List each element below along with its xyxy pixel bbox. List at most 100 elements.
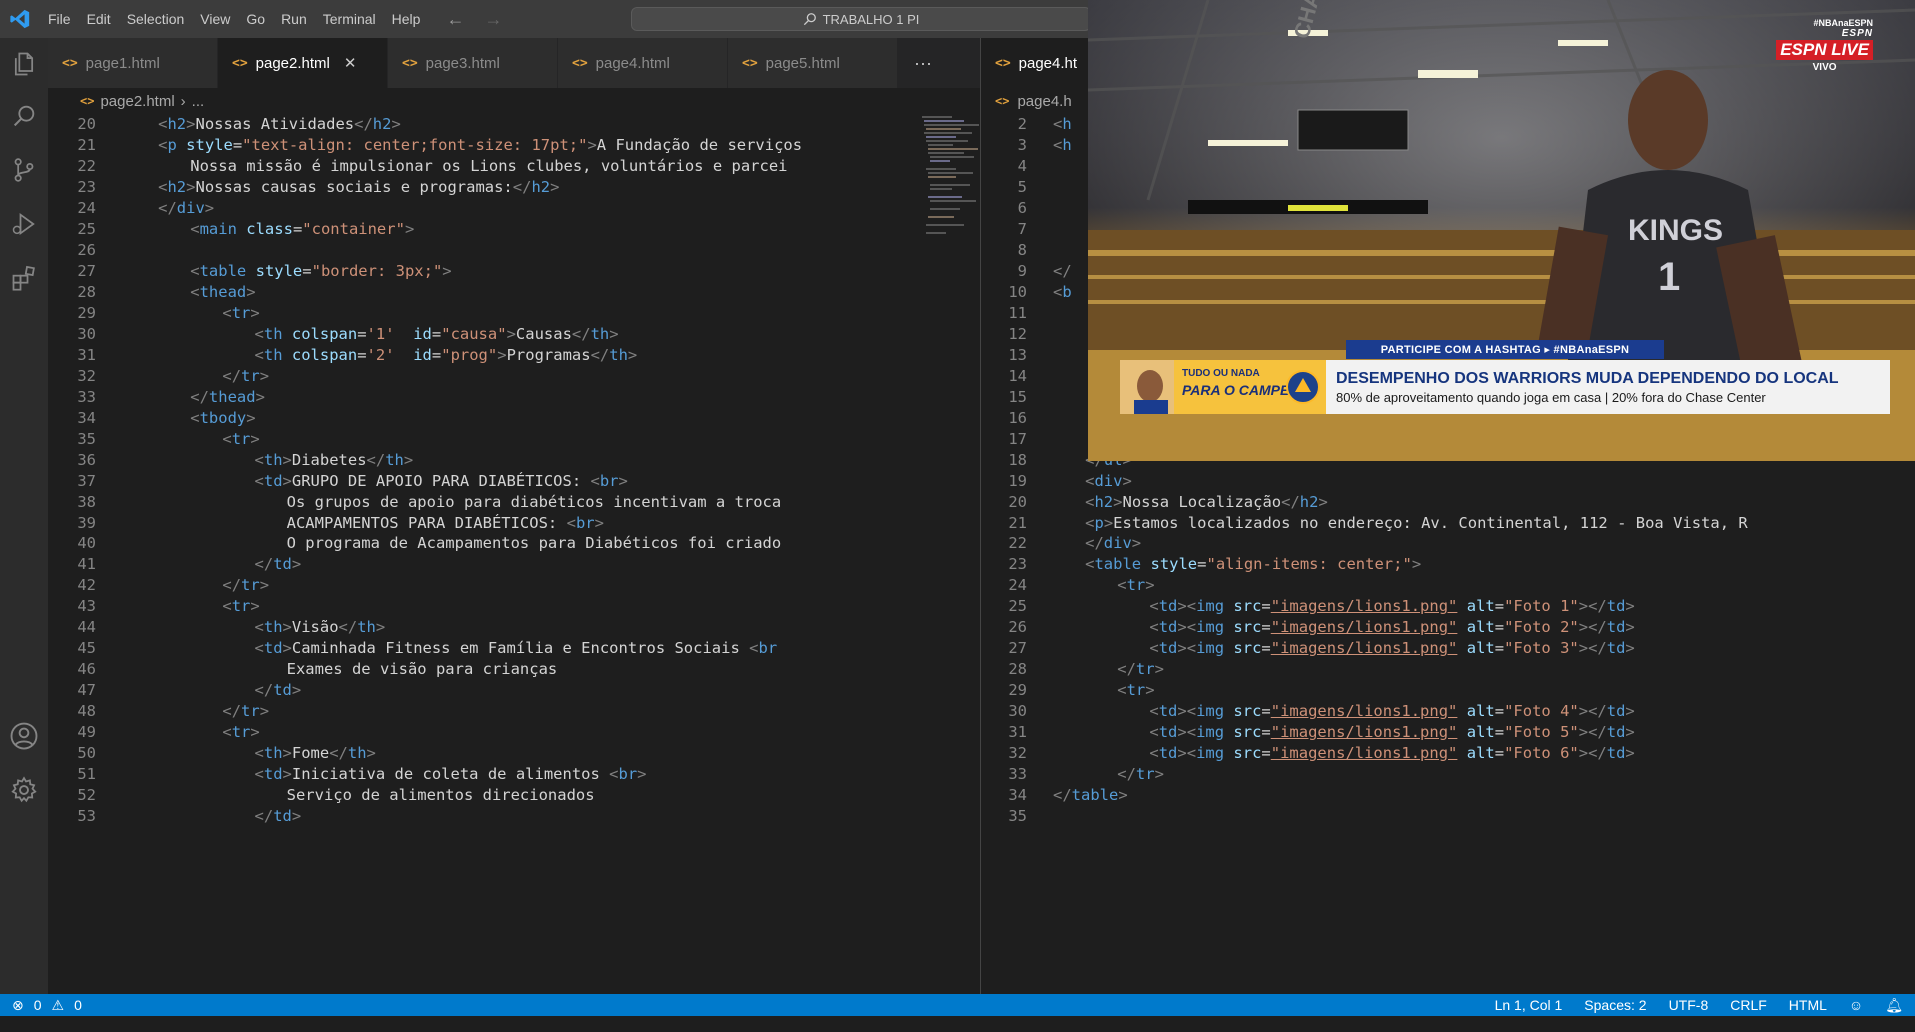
problems-indicator[interactable]: ⊗ 0 ⚠ 0 (0, 997, 82, 1014)
menu-view[interactable]: View (192, 0, 238, 38)
code-line[interactable]: 31 <th colspan='2' id="prog">Programas</t… (48, 344, 980, 365)
code-line[interactable]: 29 <tr> (48, 303, 980, 324)
code-line[interactable]: 45 <td>Caminhada Fitness em Família e Enc… (48, 638, 980, 659)
code-line[interactable]: 26 <td><img src="imagens/lions1.png" alt=… (981, 617, 1915, 638)
code-text: <h2>Nossa Localização</h2> (1085, 492, 1328, 511)
line-number: 28 (1008, 660, 1027, 679)
settings-gear-icon[interactable] (8, 774, 40, 806)
breadcrumb-file[interactable]: page2.html (100, 93, 174, 110)
code-line[interactable]: 44 <th>Visão</th> (48, 617, 980, 638)
tab-label: page1.html (85, 54, 160, 72)
command-center-search[interactable]: TRABALHO 1 PI (631, 7, 1091, 31)
code-line[interactable]: 50 <th>Fome</th> (48, 743, 980, 764)
language-mode[interactable]: HTML (1789, 997, 1827, 1013)
indentation[interactable]: Spaces: 2 (1584, 997, 1646, 1013)
code-line[interactable]: 21 <p style="text-align: center;font-size… (48, 135, 980, 156)
code-editor-left[interactable]: 20 <h2>Nossas Atividades</h2> 21 <p style="… (48, 114, 980, 994)
code-line[interactable]: 34 </table> (981, 784, 1915, 805)
code-line[interactable]: 32 </tr> (48, 365, 980, 386)
code-line[interactable]: 49 <tr> (48, 722, 980, 743)
code-line[interactable]: 25 <main class="container"> (48, 219, 980, 240)
code-line[interactable]: 24 </div> (48, 198, 980, 219)
line-number: 4 (1017, 157, 1027, 176)
extensions-icon[interactable] (8, 262, 40, 294)
code-line[interactable]: 29 <tr> (981, 680, 1915, 701)
more-actions-button[interactable]: ··· (898, 38, 948, 88)
code-line[interactable]: 46 Exames de visão para crianças (48, 659, 980, 680)
breadcrumb-symbol[interactable]: ... (192, 93, 205, 110)
player-headshot-image (1120, 360, 1174, 414)
code-line[interactable]: 27 <td><img src="imagens/lions1.png" alt=… (981, 638, 1915, 659)
menu-file[interactable]: File (40, 0, 79, 38)
run-debug-icon[interactable] (8, 208, 40, 240)
menu-help[interactable]: Help (384, 0, 429, 38)
code-line[interactable]: 42 </tr> (48, 575, 980, 596)
code-line[interactable]: 28 <thead> (48, 282, 980, 303)
line-number: 34 (77, 408, 96, 427)
tab-page2[interactable]: <> page2.html ✕ (218, 38, 388, 88)
code-line[interactable]: 37 <td>GRUPO DE APOIO PARA DIABÉTICOS: <b… (48, 470, 980, 491)
code-line[interactable]: 48 </tr> (48, 701, 980, 722)
line-number: 24 (77, 199, 96, 218)
code-line[interactable]: 39 ACAMPAMENTOS PARA DIABÉTICOS: <br> (48, 512, 980, 533)
code-line[interactable]: 22 </div> (981, 533, 1915, 554)
close-icon[interactable]: ✕ (344, 54, 357, 72)
code-line[interactable]: 47 </td> (48, 680, 980, 701)
code-line[interactable]: 26 (48, 240, 980, 261)
jersey-text: KINGS (1628, 214, 1723, 247)
code-line[interactable]: 33 </thead> (48, 386, 980, 407)
tab-page5[interactable]: <> page5.html (728, 38, 898, 88)
feedback-icon[interactable]: ☺ (1849, 997, 1863, 1013)
menu-run[interactable]: Run (273, 0, 315, 38)
menu-terminal[interactable]: Terminal (315, 0, 384, 38)
code-line[interactable]: 43 <tr> (48, 596, 980, 617)
code-text: <th>Visão</th> (254, 618, 386, 637)
notifications-bell-icon[interactable]: 🔔︎ (1885, 997, 1903, 1014)
code-line[interactable]: 30 <td><img src="imagens/lions1.png" alt=… (981, 701, 1915, 722)
code-line[interactable]: 36 <th>Diabetes</th> (48, 449, 980, 470)
code-line[interactable]: 31 <td><img src="imagens/lions1.png" alt=… (981, 722, 1915, 743)
code-line[interactable]: 40 O programa de Acampamentos para Diabét… (48, 533, 980, 554)
code-line[interactable]: 22 Nossa missão é impulsionar os Lions cl… (48, 156, 980, 177)
account-icon[interactable] (8, 720, 40, 752)
code-line[interactable]: 20 <h2>Nossa Localização</h2> (981, 491, 1915, 512)
code-line[interactable]: 35 (981, 805, 1915, 826)
code-line[interactable]: 35 <tr> (48, 428, 980, 449)
forward-arrow-icon[interactable]: → (484, 9, 502, 30)
code-line[interactable]: 28 </tr> (981, 659, 1915, 680)
tab-page1[interactable]: <> page1.html (48, 38, 218, 88)
code-line[interactable]: 30 <th colspan='1' id="causa">Causas</th> (48, 324, 980, 345)
code-line[interactable]: 23 <h2>Nossas causas sociais e programas:… (48, 177, 980, 198)
line-number: 25 (77, 220, 96, 239)
code-line[interactable]: 21 <p>Estamos localizados no endereço: Av… (981, 512, 1915, 533)
html-file-icon: <> (995, 94, 1010, 108)
code-line[interactable]: 41 </td> (48, 554, 980, 575)
code-line[interactable]: 52 Serviço de alimentos direcionados (48, 784, 980, 805)
code-line[interactable]: 25 <td><img src="imagens/lions1.png" alt=… (981, 596, 1915, 617)
code-line[interactable]: 23 <table style="align-items: center;"> (981, 554, 1915, 575)
tab-page4[interactable]: <> page4.html (558, 38, 728, 88)
source-control-icon[interactable] (8, 154, 40, 186)
menu-selection[interactable]: Selection (119, 0, 193, 38)
menu-go[interactable]: Go (238, 0, 273, 38)
code-line[interactable]: 27 <table style="border: 3px;"> (48, 261, 980, 282)
code-text: </tr> (222, 366, 270, 385)
code-line[interactable]: 38 Os grupos de apoio para diabéticos inc… (48, 491, 980, 512)
encoding[interactable]: UTF-8 (1669, 997, 1709, 1013)
code-line[interactable]: 20 <h2>Nossas Atividades</h2> (48, 114, 980, 135)
code-line[interactable]: 51 <td>Iniciativa de coleta de alimentos … (48, 763, 980, 784)
code-line[interactable]: 33 </tr> (981, 763, 1915, 784)
tab-page3[interactable]: <> page3.html (388, 38, 558, 88)
code-line[interactable]: 32 <td><img src="imagens/lions1.png" alt=… (981, 743, 1915, 764)
explorer-icon[interactable] (8, 48, 40, 80)
code-line[interactable]: 34 <tbody> (48, 407, 980, 428)
breadcrumb-file[interactable]: page4.h (1017, 93, 1071, 110)
line-ending[interactable]: CRLF (1730, 997, 1767, 1013)
back-arrow-icon[interactable]: ← (446, 9, 464, 30)
code-line[interactable]: 19 <div> (981, 470, 1915, 491)
menu-edit[interactable]: Edit (79, 0, 119, 38)
code-line[interactable]: 24 <tr> (981, 575, 1915, 596)
cursor-position[interactable]: Ln 1, Col 1 (1495, 997, 1563, 1013)
search-icon[interactable] (8, 100, 40, 132)
code-line[interactable]: 53 </td> (48, 805, 980, 826)
